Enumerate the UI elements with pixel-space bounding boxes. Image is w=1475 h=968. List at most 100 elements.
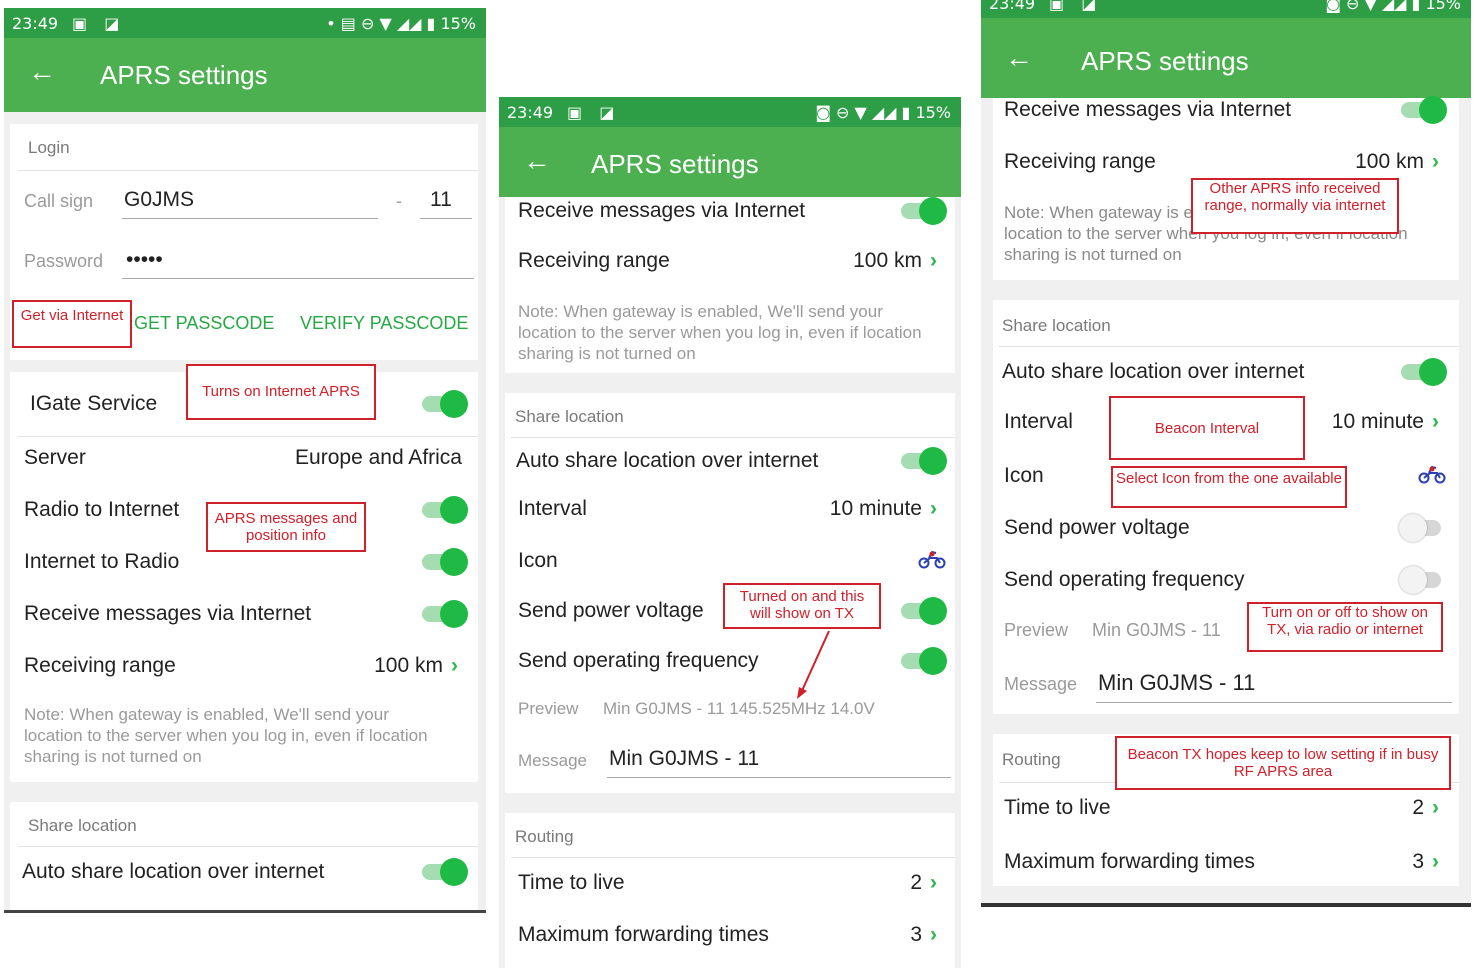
- time-to-live-text: 2: [910, 871, 922, 894]
- receive-messages-toggle[interactable]: [901, 197, 947, 225]
- receiving-range-value[interactable]: 100 km ›: [853, 249, 937, 273]
- interval-label: Interval: [518, 497, 587, 520]
- annotation-turned-on: Turned on and this will show on TX: [723, 583, 881, 629]
- annotation-arrow-icon: [797, 630, 830, 699]
- auto-share-toggle[interactable]: [422, 858, 468, 886]
- chevron-right-icon: ›: [930, 871, 937, 894]
- toggle-knob: [440, 496, 468, 524]
- status-time: 23:49: [12, 14, 59, 33]
- chevron-right-icon: ›: [1432, 410, 1439, 433]
- annotation-get-via-internet: Get via Internet: [12, 300, 132, 348]
- toggle-knob: [440, 548, 468, 576]
- divider: [511, 437, 955, 438]
- max-forwarding-text: 3: [1412, 850, 1424, 873]
- max-forwarding-label: Maximum forwarding times: [518, 923, 769, 946]
- notification-icons: ▣ ◪: [1049, 0, 1103, 13]
- receive-messages-label: Receive messages via Internet: [518, 199, 806, 222]
- system-icons: • ▤ ⊖ ▼ ◢◢ ▮ 15%: [326, 14, 476, 33]
- auto-share-label: Auto share location over internet: [516, 449, 819, 472]
- receiving-range-value[interactable]: 100 km ›: [374, 654, 458, 678]
- igate-card: IGate Service Server Europe and Africa R…: [10, 372, 478, 782]
- screenshot-1: 23:49 ▣ ◪ • ▤ ⊖ ▼ ◢◢ ▮ 15% ← APRS settin…: [4, 8, 486, 913]
- receive-messages-label: Receive messages via Internet: [1004, 98, 1292, 121]
- message-underline: [1096, 702, 1452, 703]
- internet-to-radio-toggle[interactable]: [422, 548, 468, 576]
- toggle-knob: [440, 390, 468, 418]
- auto-share-toggle[interactable]: [901, 447, 947, 475]
- interval-value[interactable]: 10 minute ›: [830, 497, 937, 521]
- share-location-card: Share location Auto share location over …: [10, 802, 478, 910]
- preview-value: Min G0JMS - 11: [1092, 620, 1221, 640]
- receive-messages-toggle[interactable]: [422, 600, 468, 628]
- receive-messages-toggle[interactable]: [1401, 96, 1447, 124]
- page-title: APRS settings: [100, 60, 268, 90]
- radio-to-internet-label: Radio to Internet: [24, 498, 180, 521]
- send-power-label: Send power voltage: [518, 599, 704, 622]
- routing-card: Routing Time to live 2 › Maximum forwardi…: [505, 813, 955, 968]
- ssid-input[interactable]: 11: [430, 188, 452, 212]
- page-title: APRS settings: [1081, 46, 1249, 76]
- send-power-toggle[interactable]: [1399, 514, 1445, 542]
- status-time: 23:49: [507, 103, 554, 122]
- toggle-knob: [440, 858, 468, 886]
- auto-share-label: Auto share location over internet: [22, 860, 325, 883]
- send-frequency-toggle[interactable]: [901, 647, 947, 675]
- send-frequency-label: Send operating frequency: [1004, 568, 1245, 591]
- send-power-label: Send power voltage: [1004, 516, 1190, 539]
- message-input[interactable]: Min G0JMS - 11: [1098, 670, 1255, 696]
- motorcycle-icon[interactable]: [917, 549, 947, 569]
- toggle-knob: [1419, 358, 1447, 386]
- interval-text: 10 minute: [829, 497, 922, 520]
- toggle-knob: [919, 447, 947, 475]
- annotation-select-icon: Select Icon from the one available: [1111, 466, 1347, 508]
- receiving-range-text: 100 km: [853, 249, 922, 272]
- icon-label: Icon: [1004, 464, 1044, 487]
- server-label: Server: [24, 446, 86, 469]
- send-power-toggle[interactable]: [901, 597, 947, 625]
- receiving-range-label: Receiving range: [1004, 150, 1156, 173]
- radio-to-internet-toggle[interactable]: [422, 496, 468, 524]
- message-label: Message: [1004, 674, 1078, 694]
- back-arrow-icon[interactable]: ←: [1005, 44, 1033, 72]
- max-forwarding-label: Maximum forwarding times: [1004, 850, 1255, 873]
- interval-text: 10 minute: [1331, 410, 1424, 433]
- notification-icons: ▣ ◪: [72, 14, 126, 33]
- battery-level: 15%: [915, 103, 951, 122]
- password-input[interactable]: •••••: [126, 248, 163, 272]
- time-to-live-value[interactable]: 2 ›: [910, 871, 937, 895]
- annotation-aprs-messages: APRS messages and position info: [206, 502, 366, 552]
- screenshot-2: 23:49 ▣ ◪ ◙ ⊖ ▼ ◢◢ ▮ 15% ← APRS settings…: [499, 97, 961, 968]
- igate-service-label: IGate Service: [30, 392, 158, 415]
- notification-icons: ▣ ◪: [567, 103, 621, 122]
- section-header-share: Share location: [1002, 316, 1111, 335]
- receiving-range-text: 100 km: [1355, 150, 1424, 173]
- back-arrow-icon[interactable]: ←: [523, 147, 551, 175]
- server-value[interactable]: Europe and Africa: [295, 446, 462, 470]
- send-frequency-toggle[interactable]: [1399, 566, 1445, 594]
- gateway-note: Note: When gateway is enabled, We'll sen…: [24, 705, 428, 766]
- callsign-label: Call sign: [24, 191, 94, 211]
- motorcycle-icon[interactable]: [1417, 464, 1447, 484]
- app-bar: ← APRS settings: [981, 18, 1471, 98]
- max-forwarding-text: 3: [910, 923, 922, 946]
- get-passcode-button[interactable]: GET PASSCODE: [134, 313, 274, 334]
- callsign-input[interactable]: G0JMS: [124, 188, 194, 212]
- divider: [999, 346, 1459, 347]
- annotation-received-range: Other APRS info received range, normally…: [1191, 178, 1399, 234]
- section-header-routing: Routing: [1002, 750, 1061, 769]
- auto-share-toggle[interactable]: [1401, 358, 1447, 386]
- igate-service-toggle[interactable]: [422, 390, 468, 418]
- divider: [18, 436, 478, 437]
- interval-value[interactable]: 10 minute ›: [1332, 410, 1439, 434]
- status-bar: 23:49 ▣ ◪ ◙ ⊖ ▼ ◢◢ ▮ 15%: [499, 97, 961, 127]
- receiving-range-value[interactable]: 100 km ›: [1355, 150, 1439, 174]
- system-icons: ◙ ⊖ ▼ ◢◢ ▮ 15%: [1325, 0, 1461, 13]
- chevron-right-icon: ›: [451, 654, 458, 677]
- chevron-right-icon: ›: [1432, 150, 1439, 173]
- message-input[interactable]: Min G0JMS - 11: [609, 747, 759, 771]
- max-forwarding-value[interactable]: 3 ›: [1412, 850, 1439, 874]
- back-arrow-icon[interactable]: ←: [28, 58, 56, 86]
- verify-passcode-button[interactable]: VERIFY PASSCODE: [300, 313, 468, 334]
- max-forwarding-value[interactable]: 3 ›: [910, 923, 937, 947]
- time-to-live-value[interactable]: 2 ›: [1412, 796, 1439, 820]
